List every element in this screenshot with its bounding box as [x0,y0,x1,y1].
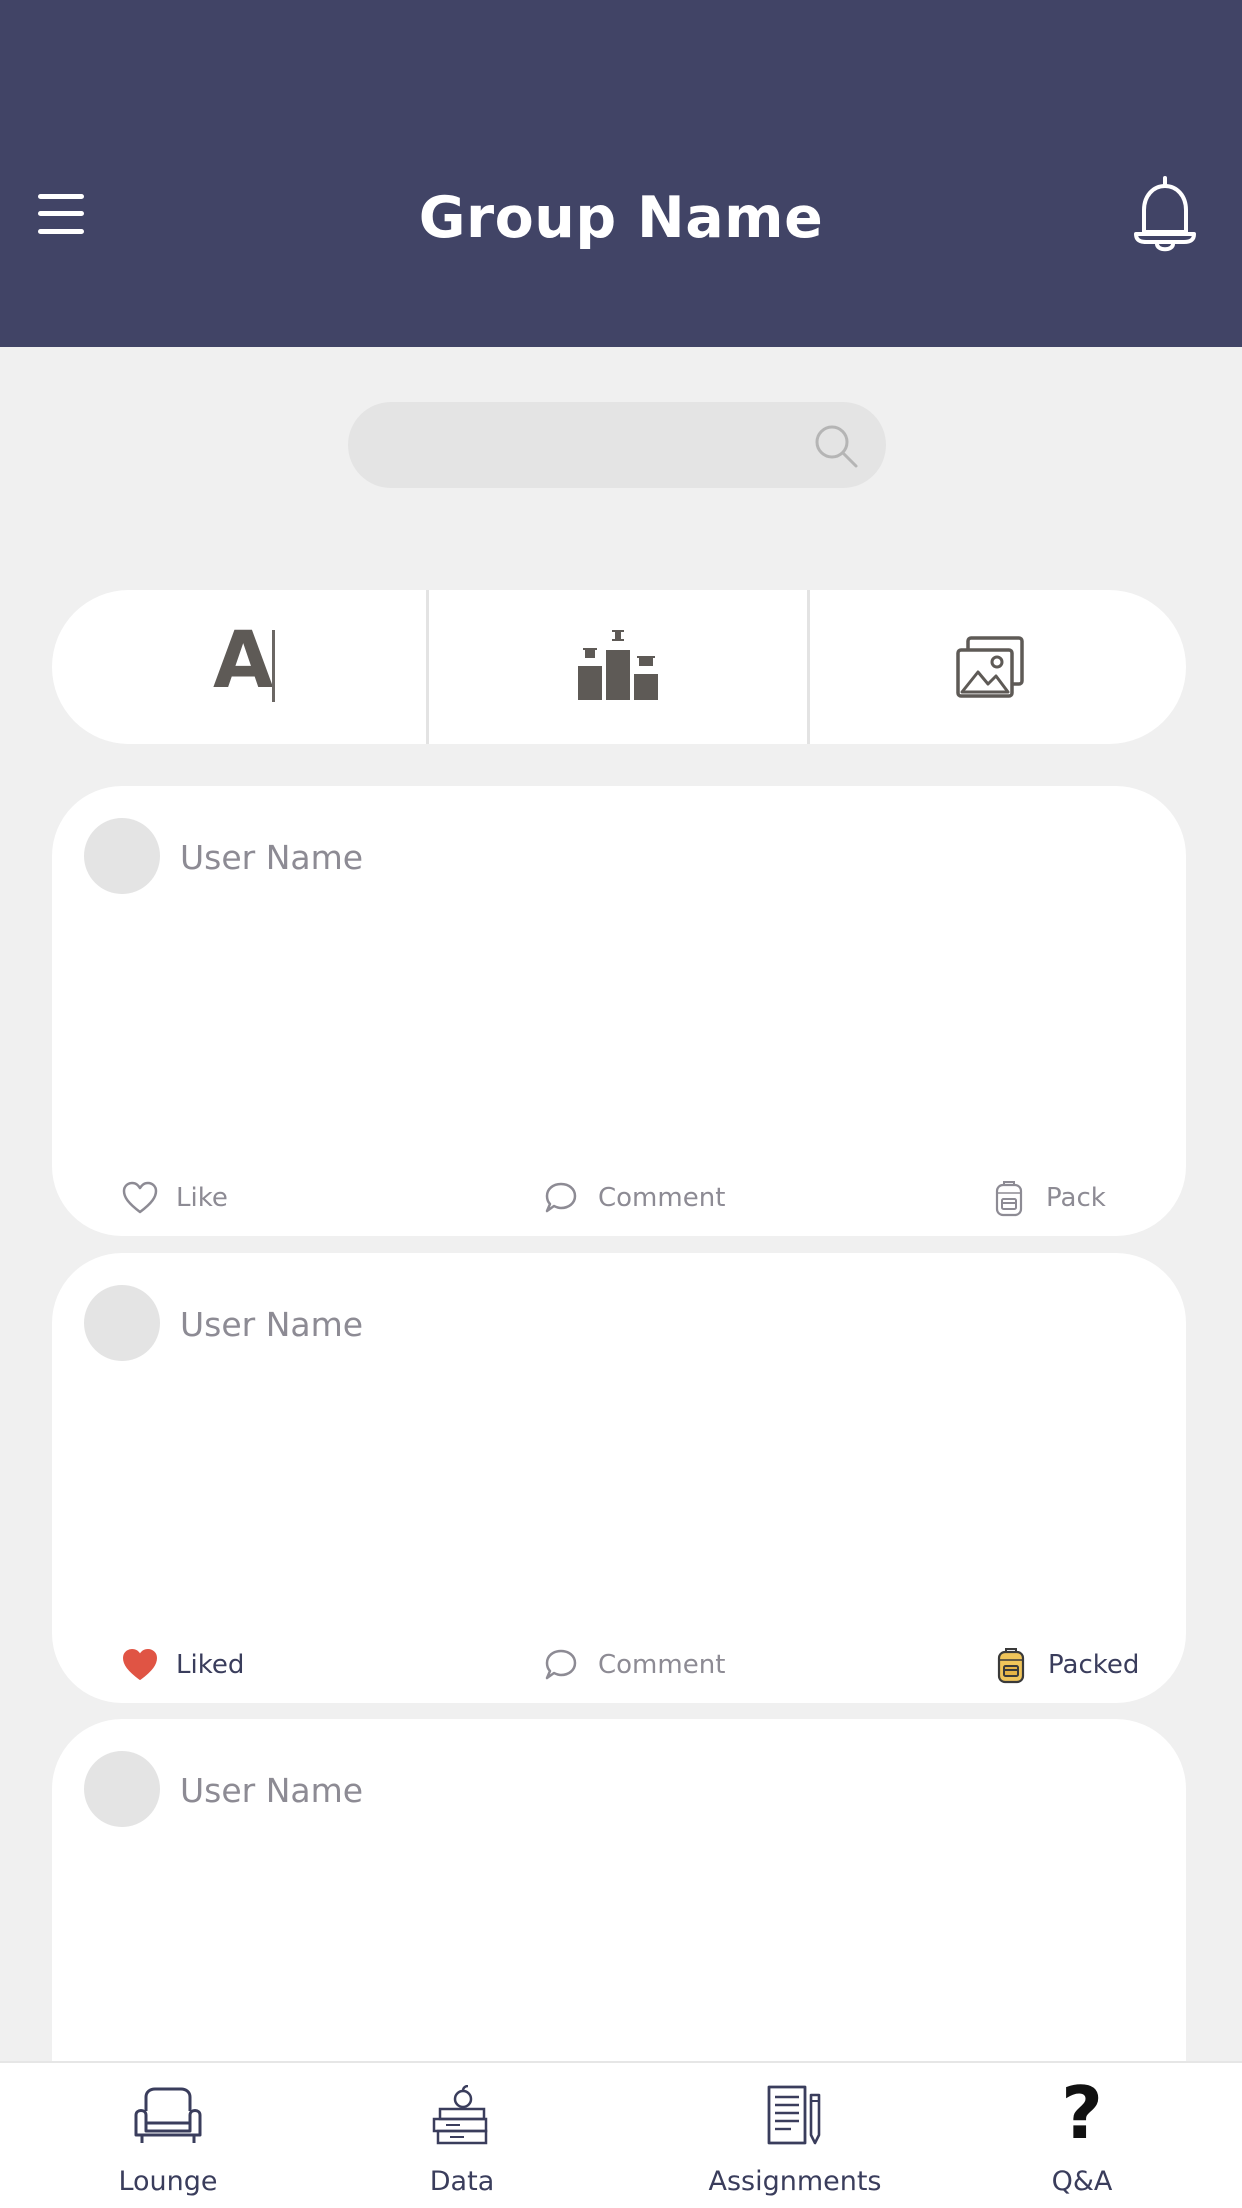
pack-button[interactable]: Pack [994,1178,1106,1218]
app-header: Group Name [0,0,1242,347]
question-mark-icon: ? [1061,2071,1103,2155]
like-label: Liked [176,1650,245,1680]
nav-label-data: Data [429,2166,495,2197]
document-pencil-icon [767,2085,821,2145]
like-button[interactable]: Like [122,1178,228,1218]
bell-icon[interactable] [1132,174,1198,254]
search-input[interactable] [378,402,798,488]
post-user-name[interactable]: User Name [180,1771,363,1810]
nav-item-data[interactable]: Data [362,2063,562,2208]
post-user-name[interactable]: User Name [180,838,363,877]
comment-button[interactable]: Comment [544,1178,725,1218]
nav-item-assignments[interactable]: Assignments [695,2063,895,2208]
group-title: Group Name [418,185,824,251]
search-icon[interactable] [812,422,860,470]
bottom-navigation: Lounge Data Assignments ? Q&A [0,2061,1242,2208]
books-apple-icon [432,2085,488,2145]
heart-filled-icon [123,1649,157,1680]
podium-ranking-icon [578,630,658,705]
post-card: User Name Liked Comment Packed [52,1253,1186,1703]
nav-label-qa: Q&A [1051,2166,1113,2197]
search-bar[interactable] [348,402,886,488]
post-card: User Name Like Comment Pack [52,786,1186,1236]
avatar[interactable] [84,1751,160,1827]
image-gallery-icon [956,636,1024,705]
comment-label: Comment [598,1183,726,1213]
speech-bubble-icon [545,1182,577,1213]
nav-label-lounge: Lounge [118,2166,218,2197]
speech-bubble-icon [545,1649,577,1680]
backpack-icon [995,1181,1023,1217]
text-post-icon: A [213,616,274,706]
avatar[interactable] [84,1285,160,1361]
nav-label-assignments: Assignments [708,2166,882,2197]
comment-label: Comment [598,1650,726,1680]
like-label: Like [176,1183,228,1213]
pack-label: Packed [1048,1650,1140,1680]
heart-outline-icon [122,1181,158,1214]
pack-label: Pack [1046,1183,1106,1213]
text-cursor [272,630,275,702]
nav-item-lounge[interactable]: Lounge [68,2063,268,2208]
like-button[interactable]: Liked [122,1645,244,1685]
comment-button[interactable]: Comment [544,1645,725,1685]
backpack-filled-icon [997,1648,1025,1684]
pack-button[interactable]: Packed [996,1645,1139,1685]
armchair-icon [134,2087,202,2143]
nav-item-qa[interactable]: ? Q&A [982,2063,1182,2208]
avatar[interactable] [84,818,160,894]
post-user-name[interactable]: User Name [180,1305,363,1344]
